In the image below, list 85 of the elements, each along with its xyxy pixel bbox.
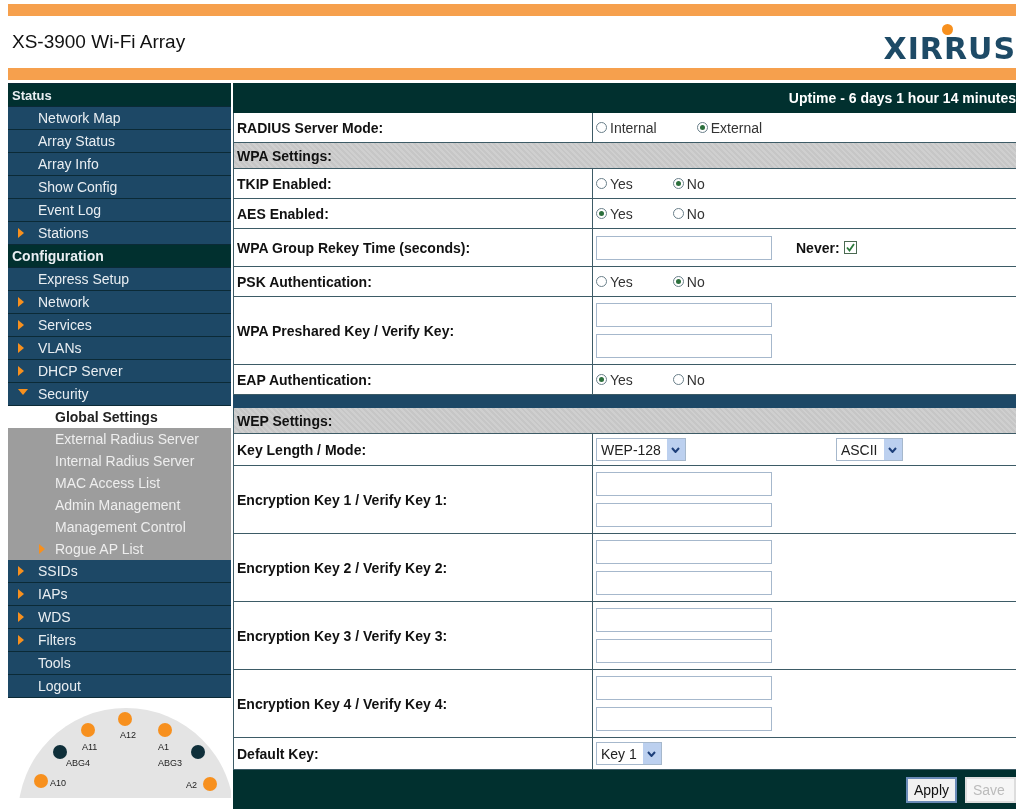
nav-item[interactable]: Logout xyxy=(8,675,231,698)
nav-section-header: Status xyxy=(8,84,231,107)
field-label: Key Length / Mode: xyxy=(234,434,593,465)
nav-item[interactable]: Network Map xyxy=(8,107,231,130)
radio-button[interactable] xyxy=(596,122,607,133)
radio-label: Yes xyxy=(610,371,633,388)
nav-item[interactable]: DHCP Server xyxy=(8,360,231,383)
input-field[interactable] xyxy=(596,676,772,700)
input-field[interactable] xyxy=(596,303,772,327)
checkbox-label: Never: xyxy=(796,239,840,256)
section-header: WPA Settings: xyxy=(233,143,1016,169)
nav-item[interactable]: Filters xyxy=(8,629,231,652)
caret-icon xyxy=(671,446,681,453)
field-label: AES Enabled: xyxy=(234,199,593,228)
antenna-label: A11 xyxy=(82,742,98,752)
field-label: Encryption Key 1 / Verify Key 1: xyxy=(234,466,593,533)
field-label: WPA Preshared Key / Verify Key: xyxy=(234,297,593,364)
field-label: EAP Authentication: xyxy=(234,365,593,394)
radio-label: Yes xyxy=(610,273,633,290)
radio-label: No xyxy=(686,273,705,290)
antenna-label: A1 xyxy=(158,742,169,752)
action-button[interactable]: Apply xyxy=(905,776,957,803)
dropdown[interactable]: WEP-128 xyxy=(596,438,686,461)
nav-item[interactable]: Event Log xyxy=(8,199,231,222)
field-label: WPA Group Rekey Time (seconds): xyxy=(234,229,593,266)
input-field[interactable] xyxy=(596,571,772,595)
radio-label: Yes xyxy=(610,175,633,192)
nav-item[interactable]: IAPs xyxy=(8,583,231,606)
dropdown[interactable]: ASCII xyxy=(835,438,903,461)
nav-item[interactable]: Services xyxy=(8,314,231,337)
antenna-label: ABG3 xyxy=(158,758,182,768)
field-label: PSK Authentication: xyxy=(234,267,593,296)
input-field[interactable] xyxy=(596,235,772,260)
checkbox[interactable] xyxy=(843,241,857,254)
nav-item[interactable]: Tools xyxy=(8,652,231,675)
field-label: Encryption Key 3 / Verify Key 3: xyxy=(234,602,593,669)
nav-item[interactable]: Array Info xyxy=(8,153,231,176)
radio-button[interactable] xyxy=(696,122,708,133)
field-label: TKIP Enabled: xyxy=(234,169,593,198)
field-label: Default Key: xyxy=(234,738,593,769)
section-header: WEP Settings: xyxy=(233,408,1016,434)
antenna-label: A10 xyxy=(50,778,66,788)
nav-item[interactable]: Network xyxy=(8,291,231,314)
radio-label: Internal xyxy=(610,119,657,136)
nav-item[interactable]: Show Config xyxy=(8,176,231,199)
uptime-text: Uptime - 6 days 1 hour 14 minutes xyxy=(788,90,1016,106)
antenna-label: A2 xyxy=(186,780,197,790)
radio-button[interactable] xyxy=(672,374,684,385)
radio-label: Yes xyxy=(610,205,633,222)
radio-button[interactable] xyxy=(672,276,684,287)
field-label: Encryption Key 4 / Verify Key 4: xyxy=(234,670,593,737)
dropdown[interactable]: Key 1 xyxy=(596,742,662,765)
antenna-label: ABG4 xyxy=(66,758,90,768)
nav-item[interactable]: Stations xyxy=(8,222,231,245)
nav-item[interactable]: WDS xyxy=(8,606,231,629)
radio-button[interactable] xyxy=(596,374,607,385)
radio-button[interactable] xyxy=(596,276,607,287)
input-field[interactable] xyxy=(596,503,772,527)
radio-button[interactable] xyxy=(596,178,607,189)
logo: XIRRUS xyxy=(883,22,1016,64)
product-title: XS-3900 Wi-Fi Array xyxy=(12,31,186,53)
input-field[interactable] xyxy=(596,707,772,731)
nav-item[interactable]: Security xyxy=(8,383,231,406)
radio-button[interactable] xyxy=(596,208,607,219)
input-field[interactable] xyxy=(596,639,772,663)
caret-icon xyxy=(647,750,657,757)
input-field[interactable] xyxy=(596,472,772,496)
input-field[interactable] xyxy=(596,608,772,632)
radio-label: No xyxy=(686,205,705,222)
radio-label: External xyxy=(710,119,763,136)
nav-item[interactable]: VLANs xyxy=(8,337,231,360)
caret-icon xyxy=(888,446,897,453)
nav-section-header: Configuration xyxy=(8,245,231,268)
radio-label: No xyxy=(686,371,705,388)
nav-item[interactable]: Array Status xyxy=(8,130,231,153)
antenna-label: A12 xyxy=(120,730,136,740)
field-label: RADIUS Server Mode: xyxy=(234,113,593,142)
input-field[interactable] xyxy=(596,334,772,358)
radio-button[interactable] xyxy=(672,208,684,219)
nav-item[interactable]: Express Setup xyxy=(8,268,231,291)
radio-button[interactable] xyxy=(672,178,684,189)
nav-item[interactable]: SSIDs xyxy=(8,560,231,583)
field-label: Encryption Key 2 / Verify Key 2: xyxy=(234,534,593,601)
input-field[interactable] xyxy=(596,540,772,564)
radio-label: No xyxy=(686,175,705,192)
